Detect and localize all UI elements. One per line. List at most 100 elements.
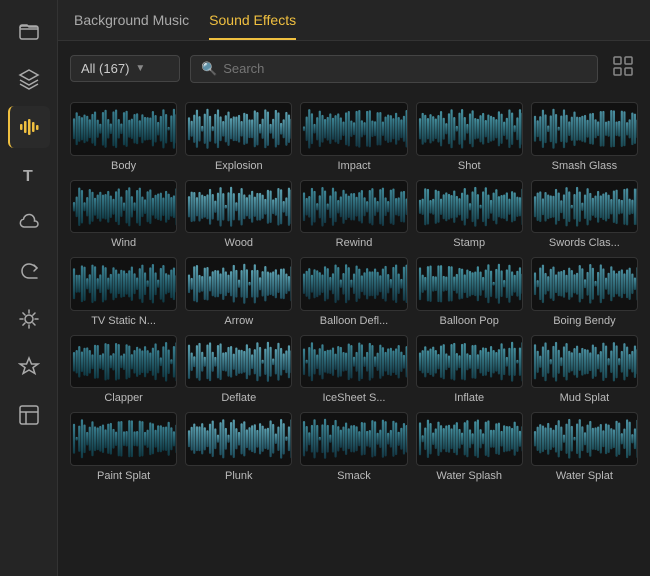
sound-item[interactable]: TV Static N... [70,257,177,327]
waveform-box [416,102,523,156]
waveform-box [416,180,523,234]
sidebar: T [0,0,58,576]
sound-label: Wind [70,237,177,249]
waveform-box [531,102,638,156]
sound-item[interactable]: Explosion [185,102,292,172]
waveform-box [300,335,407,389]
waveform-box [70,412,177,466]
tab-sound-effects[interactable]: Sound Effects [209,12,296,40]
sound-label: Balloon Pop [416,315,523,327]
waveform-box [185,102,292,156]
grid-toggle-button[interactable] [608,51,638,86]
waveform-box [300,102,407,156]
waveform-box [531,180,638,234]
sound-item[interactable]: Smash Glass [531,102,638,172]
sound-item[interactable]: Mud Splat [531,335,638,405]
sidebar-item-text[interactable]: T [8,154,50,196]
sound-label: Arrow [185,315,292,327]
sound-item[interactable]: Inflate [416,335,523,405]
sound-grid-container: Body Explosion [58,96,650,576]
sound-label: Plunk [185,470,292,482]
sound-label: Clapper [70,392,177,404]
sound-label: Stamp [416,237,523,249]
sidebar-item-audio[interactable] [8,106,50,148]
sound-label: IceSheet S... [300,392,407,404]
waveform-box [531,335,638,389]
sound-label: Deflate [185,392,292,404]
sound-label: Wood [185,237,292,249]
sidebar-item-cloud[interactable] [8,202,50,244]
waveform-box [416,257,523,311]
sound-item[interactable]: Impact [300,102,407,172]
sound-item[interactable]: Swords Clas... [531,180,638,250]
sound-label: Boing Bendy [531,315,638,327]
sound-grid: Body Explosion [70,102,638,482]
waveform-box [70,335,177,389]
sound-item[interactable]: Boing Bendy [531,257,638,327]
sound-label: Inflate [416,392,523,404]
sound-label: Smash Glass [531,160,638,172]
tab-background-music[interactable]: Background Music [74,12,189,40]
sound-label: Body [70,160,177,172]
sound-label: Water Splat [531,470,638,482]
sound-label: Explosion [185,160,292,172]
sound-label: Impact [300,160,407,172]
waveform-box [70,102,177,156]
controls-bar: All (167) ▼ 🔍 [58,41,650,96]
sound-item[interactable]: Shot [416,102,523,172]
sound-label: Rewind [300,237,407,249]
chevron-down-icon: ▼ [135,63,145,74]
search-box: 🔍 [190,55,598,83]
sound-label: Swords Clas... [531,237,638,249]
svg-text:T: T [23,168,33,185]
waveform-box [300,412,407,466]
sound-label: Paint Splat [70,470,177,482]
sound-label: Water Splash [416,470,523,482]
search-input[interactable] [223,61,587,76]
sound-item[interactable]: Wind [70,180,177,250]
category-dropdown[interactable]: All (167) ▼ [70,55,180,82]
sidebar-item-arrow[interactable] [8,250,50,292]
sidebar-item-effect[interactable] [8,298,50,340]
sound-item[interactable]: Rewind [300,180,407,250]
sound-item[interactable]: Balloon Defl... [300,257,407,327]
waveform-box [416,335,523,389]
sound-label: Shot [416,160,523,172]
waveform-box [300,257,407,311]
sound-item[interactable]: Clapper [70,335,177,405]
waveform-box [185,335,292,389]
sound-item[interactable]: Water Splat [531,412,638,482]
waveform-box [416,412,523,466]
sound-item[interactable]: Balloon Pop [416,257,523,327]
sound-label: TV Static N... [70,315,177,327]
sound-item[interactable]: Arrow [185,257,292,327]
tab-bar: Background Music Sound Effects [58,0,650,41]
sound-item[interactable]: Wood [185,180,292,250]
sound-item[interactable]: IceSheet S... [300,335,407,405]
waveform-box [531,412,638,466]
waveform-box [70,257,177,311]
sound-item[interactable]: Deflate [185,335,292,405]
sound-item[interactable]: Body [70,102,177,172]
sidebar-item-star[interactable] [8,346,50,388]
main-content: Background Music Sound Effects All (167)… [58,0,650,576]
waveform-box [185,412,292,466]
sidebar-item-layers[interactable] [8,58,50,100]
sound-item[interactable]: Paint Splat [70,412,177,482]
waveform-box [531,257,638,311]
search-icon: 🔍 [201,61,217,77]
sound-item[interactable]: Water Splash [416,412,523,482]
sound-label: Balloon Defl... [300,315,407,327]
sound-item[interactable]: Stamp [416,180,523,250]
waveform-box [185,257,292,311]
waveform-box [70,180,177,234]
sound-label: Smack [300,470,407,482]
sidebar-item-layout[interactable] [8,394,50,436]
sound-item[interactable]: Smack [300,412,407,482]
sound-item[interactable]: Plunk [185,412,292,482]
waveform-box [185,180,292,234]
dropdown-label: All (167) [81,61,129,76]
sound-label: Mud Splat [531,392,638,404]
sidebar-item-folder[interactable] [8,10,50,52]
waveform-box [300,180,407,234]
